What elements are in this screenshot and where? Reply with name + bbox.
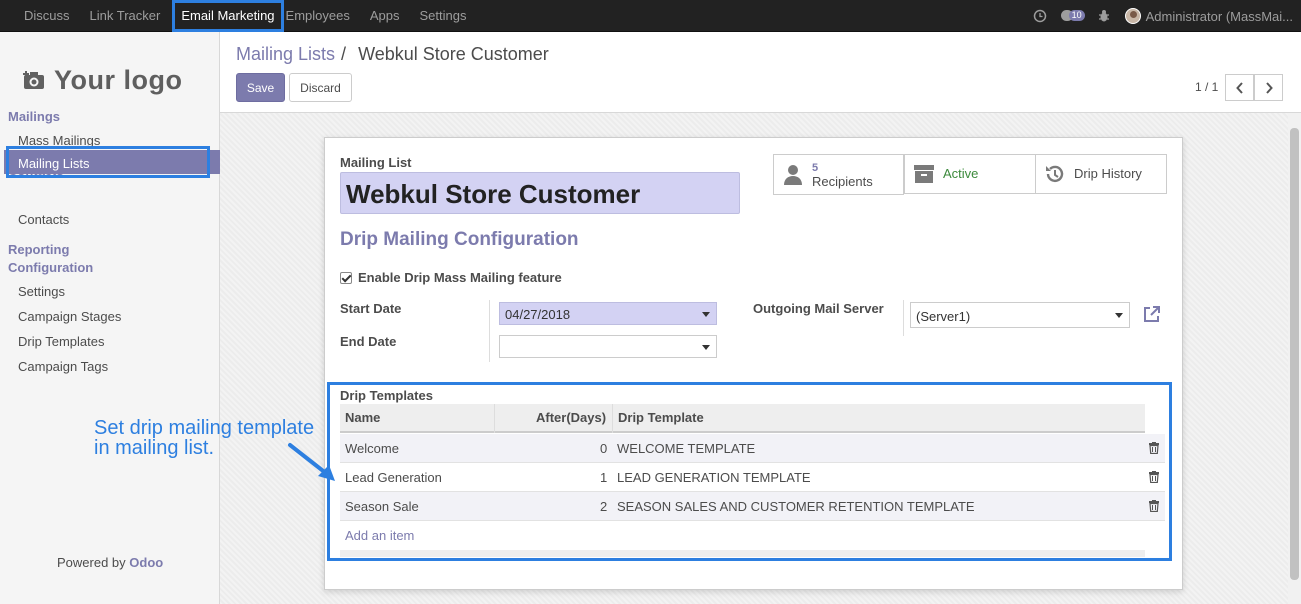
field-divider [489,300,490,362]
pager-next-button[interactable] [1254,74,1283,101]
archive-icon [913,163,935,185]
app-menu: Discuss Link Tracker Email Marketing Emp… [14,0,476,32]
breadcrumb-separator: / [341,44,347,64]
start-date-field[interactable]: 04/27/2018 [499,302,717,325]
annotation-callout: Set drip mailing template in mailing lis… [94,418,314,458]
end-date-field[interactable] [499,335,717,358]
sidebar-item-mailing-lists[interactable]: Mailing Lists [4,146,220,178]
powered-by: Powered by Odoo [57,555,163,570]
chat-icon[interactable]: 10 [1060,9,1085,23]
active-label: Active [943,166,979,181]
menu-link-tracker[interactable]: Link Tracker [80,0,171,32]
menu-apps[interactable]: Apps [360,0,410,32]
outgoing-server-select[interactable]: (Server1) [910,302,1130,328]
dropdown-caret-icon [702,345,710,350]
sidebar-item-drip-templates[interactable]: Drip Templates [18,334,104,349]
highlight-frame [327,382,1172,561]
enable-drip-checkbox[interactable] [340,272,352,284]
mailing-list-name-input[interactable]: Webkul Store Customer [340,172,740,214]
drip-config-heading: Drip Mailing Configuration [340,229,579,250]
recipients-count: 5 [812,161,819,174]
pager-previous-button[interactable] [1225,74,1254,101]
dropdown-caret-icon [702,312,710,317]
company-logo[interactable]: Your logo [22,54,200,106]
history-icon [1044,163,1066,185]
active-toggle-button[interactable]: Active [904,154,1036,194]
sidebar-item-contacts[interactable]: Contacts [18,212,69,227]
powered-by-text: Powered by [57,555,126,570]
outgoing-server-value: (Server1) [916,309,971,324]
sidebar-item-label: Mailing Lists [18,156,90,171]
end-date-label: End Date [340,334,397,349]
discard-button[interactable]: Discard [289,73,352,102]
mailing-list-name: Webkul Store Customer [346,179,641,209]
save-button[interactable]: Save [236,73,285,102]
logo-text: Your logo [54,64,183,95]
sidebar-item-settings[interactable]: Settings [18,284,65,299]
field-divider [903,300,904,336]
sidebar-section-configuration: Configuration [8,260,94,275]
avatar [1124,8,1141,24]
drip-history-button[interactable]: Drip History [1035,154,1167,194]
annotation-line-1: Set drip mailing template [94,417,315,439]
top-navbar: Discuss Link Tracker Email Marketing Emp… [0,0,1301,32]
annotation-line-2: in mailing list. [94,437,215,459]
systray: 10 Administrator (MassMai... [1033,0,1293,32]
start-date-label: Start Date [340,301,402,316]
user-menu[interactable]: Administrator (MassMai... [1124,8,1293,24]
pager-value[interactable]: 1 / 1 [1195,80,1218,94]
menu-employees[interactable]: Employees [286,0,360,32]
sidebar-section-reporting[interactable]: Reporting [8,242,69,257]
clock-icon[interactable] [1033,9,1047,23]
dropdown-caret-icon [1115,313,1123,318]
external-link-icon[interactable] [1142,305,1161,324]
recipients-stat-button[interactable]: 5 Recipients [773,154,904,195]
recipients-label: Recipients [812,173,873,189]
sidebar-item-campaign-stages[interactable]: Campaign Stages [18,309,121,324]
menu-discuss[interactable]: Discuss [14,0,80,32]
breadcrumb: Mailing Lists / Webkul Store Customer [236,44,549,65]
odoo-link[interactable]: Odoo [129,555,163,570]
bug-icon[interactable] [1097,9,1111,23]
annotation-arrow-icon [288,443,335,481]
scrollbar[interactable] [1288,113,1301,604]
sidebar-item-campaign-tags[interactable]: Campaign Tags [18,359,108,374]
enable-drip-label: Enable Drip Mass Mailing feature [358,270,562,285]
user-icon [782,164,804,186]
sidebar-section-mailings[interactable]: Mailings [8,109,60,124]
camera-icon [22,70,46,90]
scrollbar-thumb[interactable] [1290,128,1299,580]
outgoing-server-label: Outgoing Mail Server [753,301,884,316]
drip-history-label: Drip History [1074,166,1142,181]
chevron-right-icon [1265,81,1273,94]
menu-settings[interactable]: Settings [409,0,476,32]
chevron-left-icon [1235,81,1243,94]
user-name: Administrator (MassMai... [1145,8,1293,24]
menu-email-marketing[interactable]: Email Marketing [172,0,284,32]
breadcrumb-current: Webkul Store Customer [358,44,549,64]
breadcrumb-mailing-lists[interactable]: Mailing Lists [236,44,335,65]
chat-count-badge: 10 [1068,10,1085,21]
start-date-value: 04/27/2018 [505,307,571,322]
recipients-stat: 5 Recipients [812,161,873,189]
mailing-list-label: Mailing List [340,155,412,170]
